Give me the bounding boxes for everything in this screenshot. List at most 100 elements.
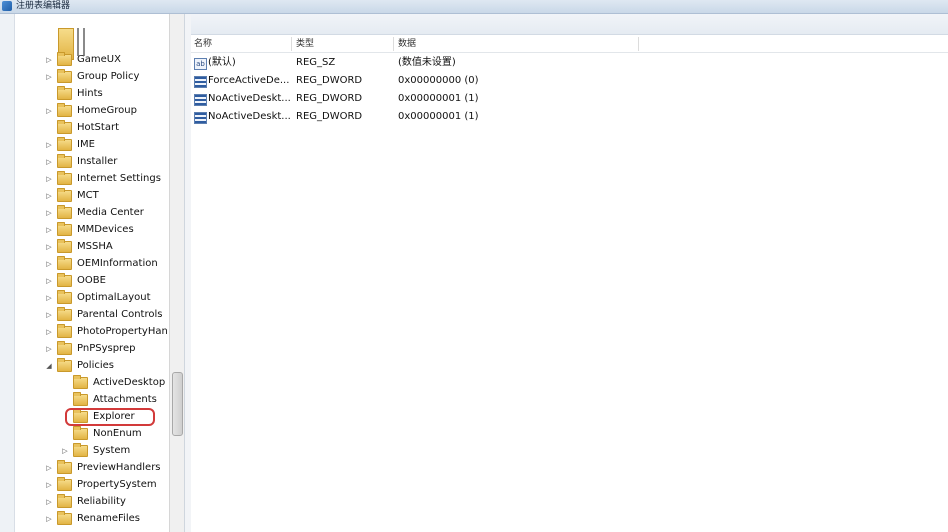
expand-arrow-icon[interactable]: ▷: [44, 174, 54, 184]
tree-item-reliability[interactable]: ▷ Reliability: [44, 494, 126, 510]
folder-icon: [57, 86, 72, 100]
expand-arrow-icon[interactable]: ▷: [44, 259, 54, 269]
folder-icon: [57, 52, 72, 66]
tree-item-photopropertyhan[interactable]: ▷ PhotoPropertyHan: [44, 324, 168, 340]
expand-arrow-icon[interactable]: ▷: [44, 344, 54, 354]
tree-item-propertysystem[interactable]: ▷ PropertySystem: [44, 477, 157, 493]
folder-icon: [57, 511, 72, 525]
column-divider[interactable]: [291, 37, 292, 51]
values-pane-toolbar: [191, 14, 948, 35]
tree-item-label: PhotoPropertyHan: [77, 326, 168, 337]
tree-item-label: HotStart: [77, 122, 119, 133]
value-data: 0x00000000 (0): [398, 75, 479, 86]
value-type: REG_DWORD: [296, 93, 363, 104]
tree-item-ime[interactable]: ▷ IME: [44, 137, 95, 153]
explorer-highlight-box: [65, 408, 155, 426]
value-name: NoActiveDeskt...: [208, 111, 291, 122]
column-divider[interactable]: [393, 37, 394, 51]
tree-item-pnpsysprep[interactable]: ▷ PnPSysprep: [44, 341, 135, 357]
tree-item-media-center[interactable]: ▷ Media Center: [44, 205, 144, 221]
dword-value-icon: [194, 76, 207, 88]
tree-item-label: PnPSysprep: [77, 343, 136, 354]
tree-item-homegroup[interactable]: ▷ HomeGroup: [44, 103, 137, 119]
tree-item-oeminformation[interactable]: ▷ OEMInformation: [44, 256, 158, 272]
dword-value-icon: [194, 94, 207, 106]
expand-arrow-icon[interactable]: ▷: [60, 446, 70, 456]
expand-arrow-icon[interactable]: ▷: [44, 106, 54, 116]
expand-arrow-icon[interactable]: ▷: [44, 514, 54, 524]
folder-icon: [57, 290, 72, 304]
tree-item-hotstart[interactable]: HotStart: [44, 120, 119, 136]
expand-arrow-icon[interactable]: ▷: [44, 225, 54, 235]
value-row[interactable]: ForceActiveDe... REG_DWORD 0x00000000 (0): [191, 72, 948, 90]
tree-item-parental-controls[interactable]: ▷ Parental Controls: [44, 307, 162, 323]
tree-left-edge: [0, 14, 15, 532]
tree-item-nonenum[interactable]: NonEnum: [60, 426, 142, 442]
folder-icon: [57, 188, 72, 202]
value-row[interactable]: NoActiveDeskt... REG_DWORD 0x00000001 (1): [191, 90, 948, 108]
column-header-type[interactable]: 类型: [293, 36, 314, 52]
tree-item-attachments[interactable]: Attachments: [60, 392, 157, 408]
tree-item-label: MCT: [77, 190, 99, 201]
tree-item-system[interactable]: ▷ System: [60, 443, 130, 459]
expand-arrow-icon[interactable]: ▷: [44, 293, 54, 303]
tree-scrollbar[interactable]: [169, 14, 184, 532]
value-row[interactable]: ab (默认) REG_SZ (数值未设置): [191, 54, 948, 72]
tree-item-label: PreviewHandlers: [77, 462, 161, 473]
collapse-arrow-icon[interactable]: ◢: [44, 361, 54, 371]
expand-arrow-icon[interactable]: ▷: [44, 208, 54, 218]
column-header-name[interactable]: 名称: [191, 36, 212, 52]
tree-item-gameux[interactable]: ▷ GameUX: [44, 52, 121, 68]
expand-arrow-icon[interactable]: ▷: [44, 140, 54, 150]
registry-tree[interactable]: ▷ GameUX ▷ Group Policy Hints ▷ HomeGroup HotSt…: [0, 14, 184, 532]
tree-item-installer[interactable]: ▷ Installer: [44, 154, 117, 170]
tree-item-renamefiles[interactable]: ▷ RenameFiles: [44, 511, 140, 527]
expand-arrow-icon[interactable]: ▷: [44, 191, 54, 201]
tree-item-label: Parental Controls: [77, 309, 163, 320]
tree-item-internet-settings[interactable]: ▷ Internet Settings: [44, 171, 161, 187]
tree-item-optimallayout[interactable]: ▷ OptimalLayout: [44, 290, 151, 306]
expand-arrow-icon[interactable]: ▷: [44, 480, 54, 490]
folder-icon: [57, 154, 72, 168]
dword-value-icon: [194, 112, 207, 124]
tree-item-mmdevices[interactable]: ▷ MMDevices: [44, 222, 134, 238]
expand-arrow-icon[interactable]: ▷: [44, 497, 54, 507]
tree-item-label: Media Center: [77, 207, 144, 218]
expand-arrow-icon[interactable]: ▷: [44, 242, 54, 252]
expand-arrow-icon[interactable]: ▷: [44, 276, 54, 286]
expand-arrow-icon[interactable]: ▷: [44, 55, 54, 65]
folder-icon: [57, 171, 72, 185]
tree-item-oobe[interactable]: ▷ OOBE: [44, 273, 106, 289]
tree-item-policies[interactable]: ◢ Policies: [44, 358, 114, 374]
expand-arrow-icon[interactable]: ▷: [44, 463, 54, 473]
tree-item-label: ActiveDesktop: [93, 377, 166, 388]
folder-icon: [57, 324, 72, 338]
tree-item-label: Group Policy: [77, 71, 140, 82]
tree-item-group-policy[interactable]: ▷ Group Policy: [44, 69, 139, 85]
expand-arrow-icon[interactable]: ▷: [44, 157, 54, 167]
tree-item-hints[interactable]: Hints: [44, 86, 103, 102]
tree-item-mct[interactable]: ▷ MCT: [44, 188, 99, 204]
value-type: REG_DWORD: [296, 75, 363, 86]
column-divider[interactable]: [638, 37, 639, 51]
expand-arrow-icon[interactable]: ▷: [44, 310, 54, 320]
column-header-data[interactable]: 数据: [395, 36, 416, 52]
value-data: (数值未设置): [398, 57, 456, 68]
tree-item-label: RenameFiles: [77, 513, 140, 524]
tree-item-mssha[interactable]: ▷ MSSHA: [44, 239, 113, 255]
tree-item-label: Reliability: [77, 496, 126, 507]
folder-icon: [57, 120, 72, 134]
value-row[interactable]: NoActiveDeskt... REG_DWORD 0x00000001 (1): [191, 108, 948, 126]
folder-icon: [57, 222, 72, 236]
expand-arrow-icon[interactable]: ▷: [44, 72, 54, 82]
tree-scrollbar-thumb[interactable]: [172, 372, 183, 436]
expand-arrow-icon[interactable]: ▷: [44, 327, 54, 337]
tree-item-activedesktop[interactable]: ActiveDesktop: [60, 375, 165, 391]
tree-item-label: System: [93, 445, 131, 456]
value-type: REG_DWORD: [296, 111, 363, 122]
tree-item-previewhandlers[interactable]: ▷ PreviewHandlers: [44, 460, 161, 476]
string-value-icon: ab: [194, 58, 207, 70]
folder-icon: [57, 494, 72, 508]
folder-icon: [57, 239, 72, 253]
folder-icon: [57, 460, 72, 474]
